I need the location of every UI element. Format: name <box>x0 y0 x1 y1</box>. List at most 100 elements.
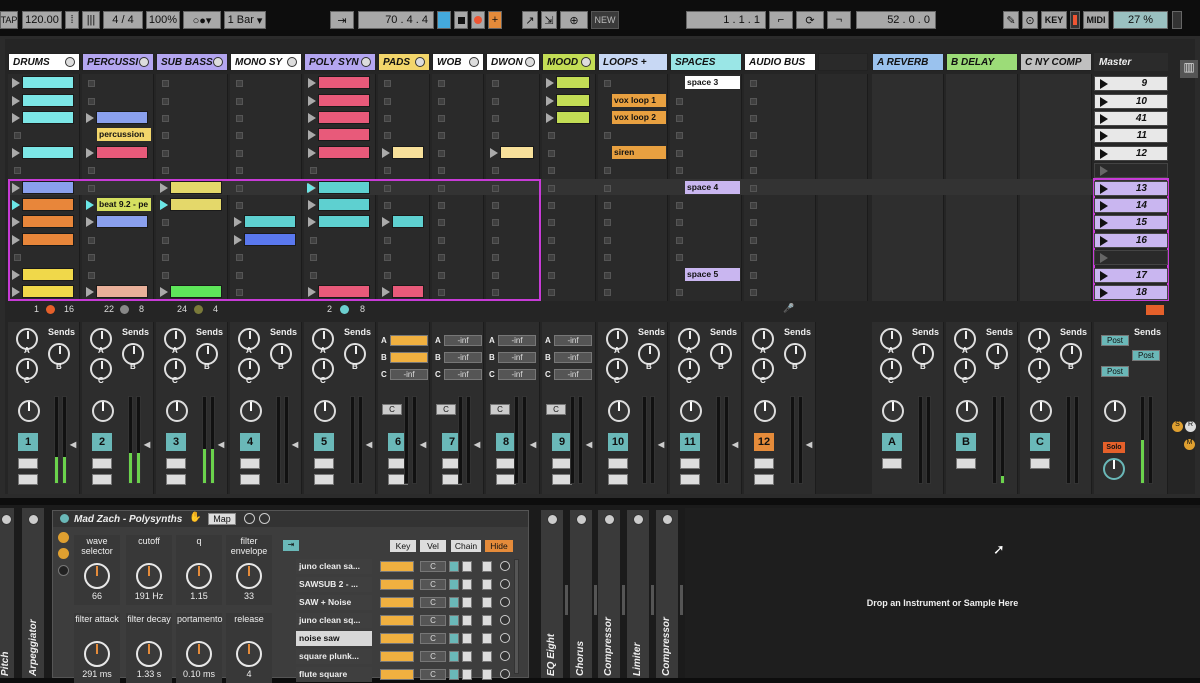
chain-volume[interactable] <box>380 597 414 608</box>
fader-arrow-icon[interactable]: ◀ <box>420 440 426 449</box>
chain-row[interactable]: SAWSUB 2 - ... <box>296 577 372 592</box>
macro-knob[interactable] <box>136 563 162 589</box>
empty-clip-slot[interactable] <box>88 98 95 105</box>
clip[interactable] <box>556 76 590 89</box>
empty-clip-slot[interactable] <box>604 185 611 192</box>
track-fold-icon[interactable] <box>287 57 297 67</box>
send-c-value[interactable]: -inf <box>390 369 428 380</box>
midi-map-button[interactable]: MIDI <box>1083 11 1109 29</box>
scene-launch[interactable]: 10 <box>1094 94 1168 109</box>
chain-row[interactable]: flute square <box>296 667 372 682</box>
empty-clip-slot[interactable] <box>438 115 445 122</box>
clip[interactable] <box>318 94 370 107</box>
fader-arrow-icon[interactable]: ◀ <box>366 440 372 449</box>
scene-play-icon[interactable] <box>1100 253 1108 263</box>
clip[interactable] <box>96 111 148 124</box>
send-c-value[interactable]: -inf <box>444 369 482 380</box>
scene-play-icon[interactable] <box>1100 97 1108 107</box>
chain-row[interactable]: SAW + Noise <box>296 595 372 610</box>
chain-button[interactable]: Chain <box>451 540 481 552</box>
time-signature-field[interactable]: 4 / 4 <box>103 11 143 29</box>
chain-hotswap[interactable] <box>482 615 492 626</box>
scene-launch[interactable] <box>1094 250 1168 265</box>
master-header[interactable]: Master <box>1094 53 1168 71</box>
macro-knob[interactable] <box>236 641 262 667</box>
empty-clip-slot[interactable] <box>548 237 555 244</box>
scene-play-icon[interactable] <box>1100 236 1108 246</box>
clip[interactable] <box>22 76 74 89</box>
chain-mute[interactable] <box>462 579 472 590</box>
chain-volume[interactable] <box>380 615 414 626</box>
clip[interactable] <box>556 94 590 107</box>
chain-power[interactable] <box>500 651 510 661</box>
clip-play-icon[interactable] <box>308 130 316 140</box>
track-fold-icon[interactable] <box>139 57 149 67</box>
pan-knob[interactable] <box>1030 400 1052 422</box>
track-activator[interactable]: 5 <box>314 433 334 451</box>
pan-knob[interactable] <box>956 400 978 422</box>
empty-clip-slot[interactable] <box>162 167 169 174</box>
empty-clip-slot[interactable] <box>604 167 611 174</box>
clip-space-4[interactable]: space 4 <box>685 181 740 194</box>
chain-hotswap[interactable] <box>482 597 492 608</box>
empty-clip-slot[interactable] <box>492 132 499 139</box>
chain-solo[interactable] <box>449 615 459 626</box>
tempo-field[interactable]: 120.00 <box>22 11 62 29</box>
return-activator[interactable]: B <box>956 433 976 451</box>
empty-clip-slot[interactable] <box>162 132 169 139</box>
clip-play-icon[interactable] <box>308 78 316 88</box>
solo-toggle[interactable] <box>680 458 700 469</box>
clip-play-icon[interactable] <box>308 96 316 106</box>
empty-clip-slot[interactable] <box>438 132 445 139</box>
scene-play-icon[interactable] <box>1100 79 1108 89</box>
empty-clip-slot[interactable] <box>14 167 21 174</box>
scene-launch[interactable]: 17 <box>1094 268 1168 283</box>
empty-clip-slot[interactable] <box>604 237 611 244</box>
chain-pan[interactable]: C <box>420 615 446 626</box>
empty-clip-slot[interactable] <box>548 219 555 226</box>
chain-power[interactable] <box>500 561 510 571</box>
rack-side-toggle-c[interactable] <box>58 565 69 576</box>
track-activator[interactable]: 4 <box>240 433 260 451</box>
macro-knob[interactable] <box>236 563 262 589</box>
s-toggle[interactable]: S <box>1172 421 1183 432</box>
chain-solo[interactable] <box>449 597 459 608</box>
clip-play-icon[interactable] <box>308 148 316 158</box>
empty-clip-slot[interactable] <box>548 167 555 174</box>
empty-clip-slot[interactable] <box>676 98 683 105</box>
track-header-mood[interactable]: MOOD <box>542 53 596 71</box>
track-header-wob[interactable]: WOB <box>432 53 484 71</box>
empty-clip-slot[interactable] <box>750 150 757 157</box>
clip[interactable] <box>96 146 148 159</box>
empty-clip-slot[interactable] <box>14 132 21 139</box>
track-activator[interactable]: 9 <box>552 433 572 451</box>
clip[interactable] <box>318 111 370 124</box>
send-a-value[interactable]: -inf <box>498 335 536 346</box>
track-activator[interactable]: 1 <box>18 433 38 451</box>
master-pan-knob[interactable] <box>1104 400 1126 422</box>
rack-hotswap-icon[interactable] <box>259 513 270 524</box>
empty-clip-slot[interactable] <box>604 219 611 226</box>
chain-row[interactable]: juno clean sq... <box>296 613 372 628</box>
device-drop-area[interactable]: Drop an Instrument or Sample Here ➚ <box>685 508 1200 678</box>
fader-arrow-icon[interactable]: ◀ <box>586 440 592 449</box>
empty-clip-slot[interactable] <box>438 150 445 157</box>
tempo-nudge-icon[interactable]: ||| <box>82 11 100 29</box>
clip-play-icon[interactable] <box>308 113 316 123</box>
clip[interactable] <box>392 146 424 159</box>
master-post-b[interactable]: Post <box>1132 350 1160 361</box>
send-b-value[interactable] <box>390 352 428 363</box>
m-toggle[interactable]: M <box>1184 439 1195 450</box>
clip-play-icon[interactable] <box>12 78 20 88</box>
clip-play-icon[interactable] <box>12 113 20 123</box>
track-activator[interactable]: 12 <box>754 433 774 451</box>
scene-launch[interactable]: 41 <box>1094 111 1168 126</box>
punch-out-icon[interactable]: ¬ <box>827 11 851 29</box>
chain-solo[interactable] <box>449 669 459 680</box>
empty-clip-slot[interactable] <box>492 98 499 105</box>
clip[interactable] <box>556 111 590 124</box>
pan-field[interactable]: C <box>436 404 456 415</box>
empty-clip-slot[interactable] <box>384 167 391 174</box>
empty-clip-slot[interactable] <box>548 150 555 157</box>
clip-siren[interactable]: siren <box>612 146 666 159</box>
